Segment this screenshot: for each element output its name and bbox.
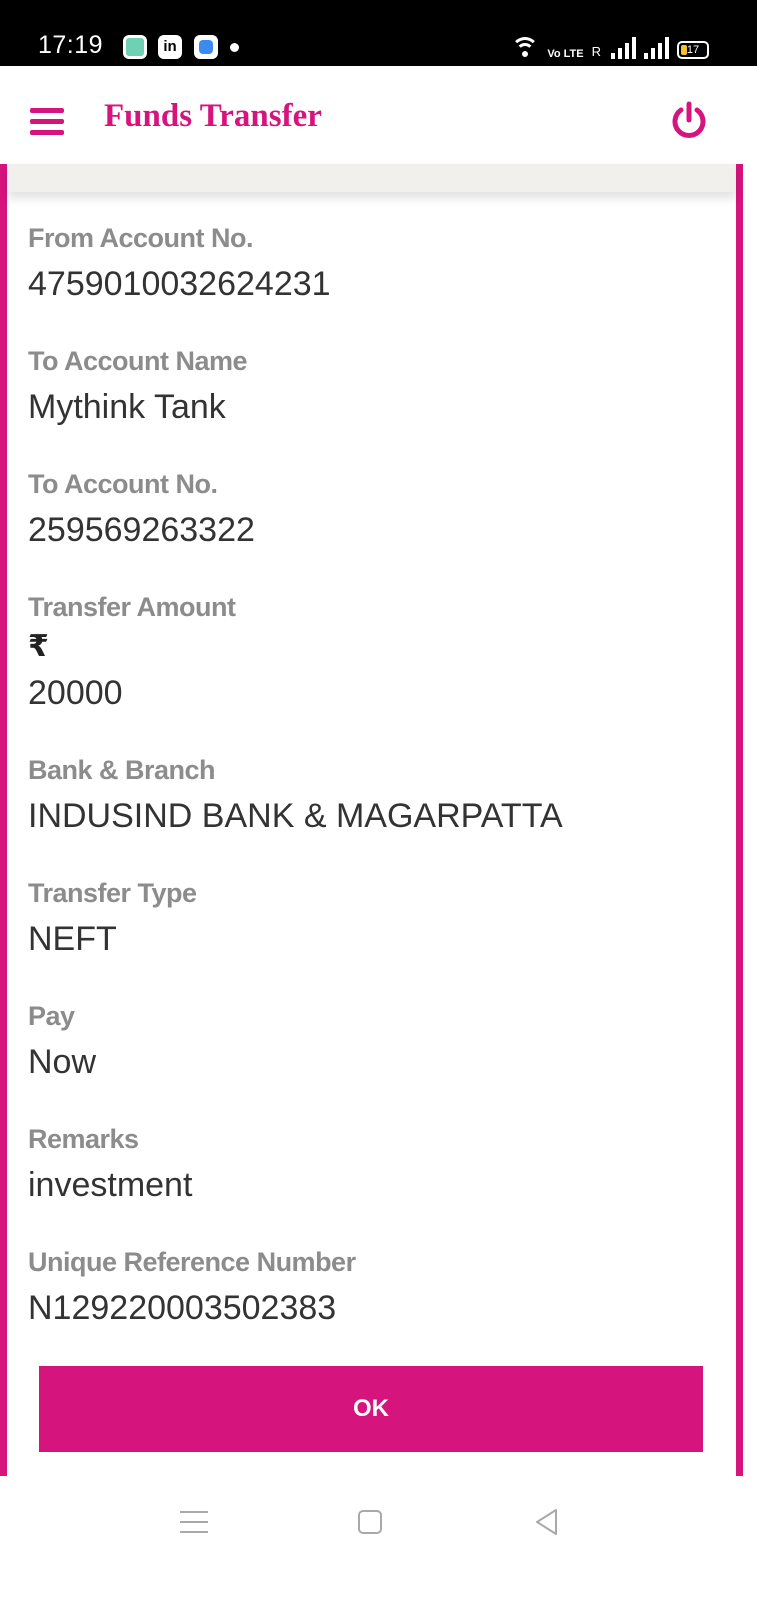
status-time: 17:19 [38,31,104,59]
from-account-group: From Account No. 4759010032624231 [28,218,728,310]
remarks-group: Remarks investment [28,1119,728,1211]
urn-group: Unique Reference Number N129220003502383 [28,1242,728,1334]
volte-icon: Vo LTE [547,48,584,60]
from-account-value: 4759010032624231 [28,265,331,303]
rupee-icon: ₹ [28,630,49,663]
to-account-name-label: To Account Name [28,346,248,376]
urn-label: Unique Reference Number [28,1247,356,1277]
bank-branch-value: INDUSIND BANK & MAGARPATTA [28,797,563,835]
signal-icon [611,37,636,59]
power-logout-icon[interactable] [670,101,708,141]
remarks-value: investment [28,1166,193,1204]
to-account-name-group: To Account Name Mythink Tank [28,341,728,433]
system-nav-bar [0,1476,757,1600]
transfer-amount-value: 20000 [28,674,123,712]
transfer-amount-label: Transfer Amount [28,592,236,622]
to-account-no-label: To Account No. [28,469,218,499]
linkedin-icon: in [158,35,182,59]
hamburger-menu-icon[interactable] [30,108,64,135]
messaging-app-icon [194,35,218,59]
status-bar: 17:19 in Vo LTE R 17 [0,0,757,66]
back-icon[interactable] [534,1508,560,1536]
transfer-amount-group: Transfer Amount ₹ 20000 [28,587,728,719]
battery-icon: 17 [677,41,709,59]
to-account-no-value: 259569263322 [28,511,255,549]
home-icon[interactable] [358,1510,382,1534]
page-title: Funds Transfer [104,98,322,134]
recent-apps-icon[interactable] [180,1511,208,1533]
transfer-type-label: Transfer Type [28,878,197,908]
more-notifications-dot-icon [230,43,239,52]
bank-branch-group: Bank & Branch INDUSIND BANK & MAGARPATTA [28,750,728,842]
signal-icon-2 [644,37,669,59]
chat-app-icon [123,35,147,59]
roaming-label: R [591,44,601,59]
transfer-details: From Account No. 4759010032624231 To Acc… [28,218,728,1365]
pay-label: Pay [28,1001,75,1031]
ok-button[interactable]: OK [39,1366,703,1452]
to-account-no-group: To Account No. 259569263322 [28,464,728,556]
urn-value: N129220003502383 [28,1289,337,1327]
wifi-icon [511,37,540,59]
battery-level: 17 [686,44,700,56]
transfer-type-group: Transfer Type NEFT [28,873,728,965]
content-frame-right [736,164,743,1476]
pay-group: Pay Now [28,996,728,1088]
transfer-type-value: NEFT [28,920,117,958]
to-account-name-value: Mythink Tank [28,388,226,426]
from-account-label: From Account No. [28,223,254,253]
status-indicators: Vo LTE R 17 [511,33,709,60]
content-frame-left [0,164,7,1476]
bank-branch-label: Bank & Branch [28,755,216,785]
header-divider-band [7,164,736,192]
pay-value: Now [28,1043,97,1081]
remarks-label: Remarks [28,1124,139,1154]
